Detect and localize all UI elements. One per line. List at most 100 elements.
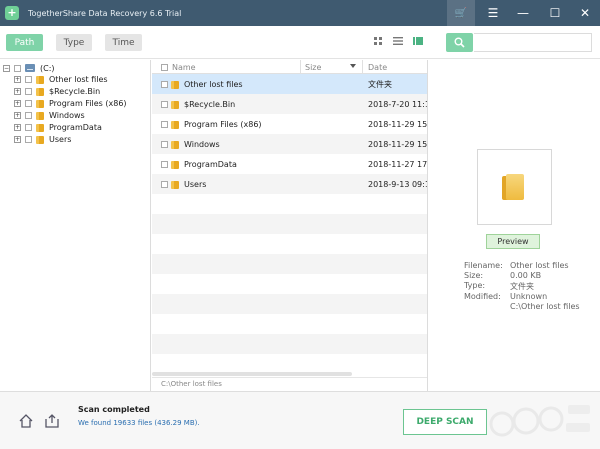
tree-item[interactable]: + ProgramData [14,121,102,133]
column-size[interactable]: Size [301,60,363,74]
filter-time-button[interactable]: Time [105,34,142,51]
tree-item[interactable]: + Program Files (x86) [14,97,127,109]
empty-row [152,234,427,254]
column-date-label: Date [368,62,388,72]
app-title: TogetherShare Data Recovery 6.6 Trial [28,8,182,18]
row-checkbox[interactable] [161,140,168,148]
search-button[interactable] [446,33,473,52]
folder-icon [36,75,44,84]
select-all-checkbox[interactable] [161,63,168,71]
minimize-icon[interactable]: — [508,0,538,26]
row-checkbox[interactable] [161,80,168,88]
folder-icon [171,140,180,149]
horizontal-scrollbar[interactable] [152,372,352,376]
folder-large-icon [502,174,526,200]
table-row[interactable]: Users 2018-9-13 09:16: [152,174,427,194]
column-name-label: Name [172,62,196,72]
preview-thumbnail [477,149,552,225]
export-icon[interactable] [44,413,60,429]
tree-item-label: Windows [49,110,85,120]
maximize-icon[interactable]: ☐ [540,0,570,26]
grid-view-icon[interactable] [372,36,384,48]
row-checkbox[interactable] [161,160,168,168]
tree-checkbox[interactable] [25,75,32,83]
status-bar: Scan completed We found 19633 files (436… [0,391,600,449]
close-icon[interactable]: ✕ [570,0,600,26]
sort-desc-icon [350,64,356,68]
column-name[interactable]: Name [152,60,301,74]
drive-icon [25,64,35,72]
list-view-icon[interactable] [392,36,404,48]
empty-row [152,254,427,274]
folder-icon [36,135,44,144]
table-row[interactable]: ProgramData 2018-11-27 17:2 [152,154,428,174]
empty-row [152,294,427,314]
search-input[interactable] [474,33,592,52]
tree-item-label: Users [49,134,72,144]
row-checkbox[interactable] [161,180,168,188]
column-date[interactable]: Date [363,60,427,74]
folder-icon [36,99,44,108]
row-date: 2018-7-20 11:19: [368,99,427,109]
meta-type-label: Type: [464,281,486,290]
table-row[interactable]: $Recycle.Bin 2018-7-20 11:19: [152,94,427,114]
folder-icon [36,123,44,132]
preview-button[interactable]: Preview [486,234,540,249]
scan-status-detail: We found 19633 files (436.29 MB). [78,419,200,427]
expand-icon[interactable]: + [14,87,21,95]
tree-checkbox[interactable] [25,111,32,119]
meta-modified-label: Modified: [464,292,501,301]
detail-view-icon[interactable] [412,36,424,48]
folder-icon [36,87,44,96]
meta-size-label: Size: [464,271,484,280]
cart-icon[interactable]: 🛒 [447,0,475,26]
row-date: 2018-11-29 15:0 [368,119,428,129]
expand-icon[interactable]: + [14,99,21,107]
app-logo-icon: + [5,6,19,20]
empty-row [152,274,427,294]
menu-icon[interactable]: ☰ [478,0,508,26]
row-name: Other lost files [184,79,243,89]
row-date: 2018-11-27 17:2 [368,159,428,169]
table-row[interactable]: Other lost files 文件夹 [152,74,427,94]
meta-filename-label: Filename: [464,261,503,270]
home-icon[interactable] [18,413,34,429]
tree-item[interactable]: + Windows [14,109,85,121]
toolbar: Path Type Time [0,26,600,59]
tree-checkbox[interactable] [25,99,32,107]
tree-item-label: Other lost files [49,74,108,84]
row-date: 2018-11-29 15:0 [368,139,428,149]
table-row[interactable]: Windows 2018-11-29 15:0 [152,134,428,154]
row-checkbox[interactable] [161,100,168,108]
row-checkbox[interactable] [161,120,168,128]
tree-item[interactable]: + Users [14,133,71,145]
folder-icon [36,111,44,120]
folder-icon [171,100,180,109]
tree-item[interactable]: + $Recycle.Bin [14,85,100,97]
empty-row [152,194,427,214]
watermark-logo [489,405,590,437]
tree-checkbox[interactable] [25,135,32,143]
tree-item-label: $Recycle.Bin [49,86,101,96]
tree-checkbox[interactable] [14,64,21,72]
meta-type-value: 文件夹 [510,282,534,291]
deep-scan-button[interactable]: DEEP SCAN [403,409,487,435]
empty-row [152,214,427,234]
tree-checkbox[interactable] [25,123,32,131]
preview-panel: Preview Filename: Other lost files Size:… [429,60,600,391]
file-list: Name Size Date Other lost files 文件夹 $Rec… [152,60,428,391]
collapse-icon[interactable]: − [3,64,10,72]
filter-path-button[interactable]: Path [6,34,43,51]
row-date: 文件夹 [368,79,392,89]
table-row[interactable]: Program Files (x86) 2018-11-29 15:0 [152,114,428,134]
expand-icon[interactable]: + [14,135,21,143]
expand-icon[interactable]: + [14,111,21,119]
empty-row [152,314,427,334]
tree-item[interactable]: + Other lost files [14,73,108,85]
filter-type-button[interactable]: Type [56,34,92,51]
tree-checkbox[interactable] [25,87,32,95]
row-name: $Recycle.Bin [184,99,236,109]
expand-icon[interactable]: + [14,123,21,131]
expand-icon[interactable]: + [14,75,21,83]
file-list-header: Name Size Date [152,60,427,74]
